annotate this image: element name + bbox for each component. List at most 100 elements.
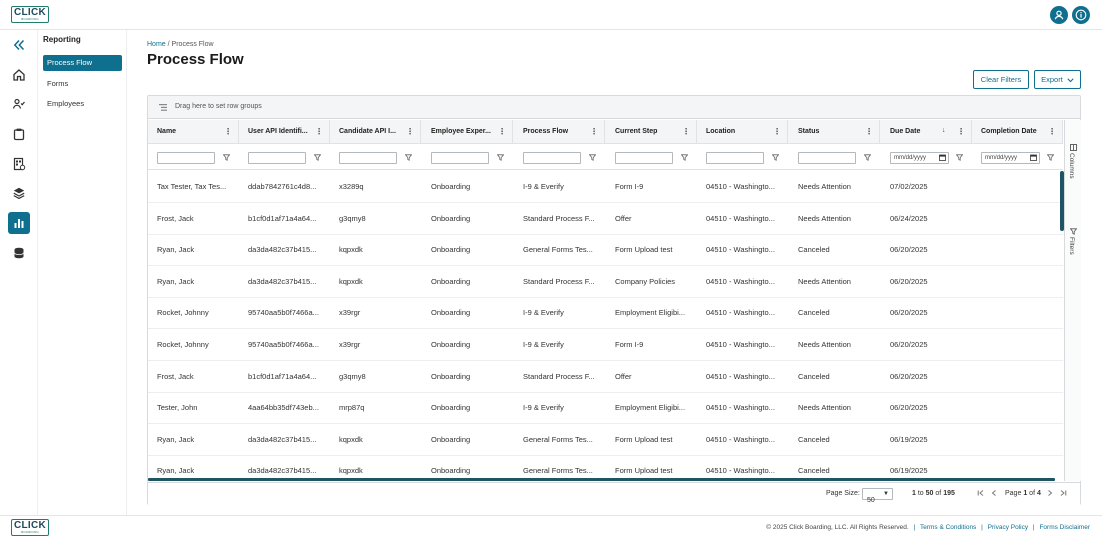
- range-of-word: of: [935, 490, 942, 497]
- filter-funnel-icon[interactable]: [223, 154, 230, 161]
- clipboard-icon[interactable]: [8, 123, 30, 145]
- table-row[interactable]: Tester, John 4aa64bb35df743eb... mrp87q Onb…: [148, 392, 1063, 425]
- horizontal-scrollbar[interactable]: [148, 478, 1055, 481]
- filter-funnel-icon[interactable]: [864, 154, 871, 161]
- grid-body[interactable]: Tax Tester, Tax Tes... ddab7842761c4d8...…: [148, 171, 1063, 479]
- table-cell: I-9 & Everify: [523, 308, 564, 318]
- filter-funnel-icon[interactable]: [681, 154, 688, 161]
- filter-input[interactable]: [798, 152, 856, 164]
- sidebar-item-employees[interactable]: Employees: [43, 96, 122, 112]
- date-filter-input[interactable]: mm/dd/yyyy: [981, 152, 1040, 164]
- filter-funnel-icon[interactable]: [497, 154, 504, 161]
- user-circle-icon[interactable]: [1050, 6, 1068, 24]
- table-cell: Employment Eligibi...: [615, 308, 686, 318]
- table-cell: Form Upload test: [615, 245, 673, 255]
- layers-icon[interactable]: [8, 182, 30, 204]
- tab-columns[interactable]: Columns: [1068, 153, 1075, 179]
- database-icon[interactable]: [8, 242, 30, 264]
- next-page-icon[interactable]: [1046, 489, 1054, 499]
- table-row[interactable]: Frost, Jack b1cf0d1af71a4a64... g3qmy8 Onbo…: [148, 361, 1063, 393]
- table-row[interactable]: Tax Tester, Tax Tes... ddab7842761c4d8...…: [148, 171, 1063, 203]
- sidebar-item-process-flow[interactable]: Process Flow: [43, 55, 122, 71]
- table-cell: [981, 361, 1060, 392]
- sidebar-item-forms[interactable]: Forms: [43, 76, 122, 92]
- table-row[interactable]: Rocket, Johnny 95740aa5b0f7466a... x39rgr O…: [148, 297, 1063, 330]
- table-cell: 04510 - Washingto...: [706, 276, 775, 286]
- table-cell: Needs Attention: [798, 182, 851, 191]
- column-menu-icon[interactable]: ⋮: [315, 127, 323, 136]
- column-menu-icon[interactable]: ⋮: [865, 127, 873, 136]
- table-row[interactable]: Frost, Jack b1cf0d1af71a4a64... g3qmy8 Onbo…: [148, 203, 1063, 235]
- calendar-icon[interactable]: [1030, 154, 1037, 161]
- filter-funnel-icon[interactable]: [956, 154, 963, 161]
- table-cell: b1cf0d1af71a4a64...: [248, 213, 317, 223]
- top-bar: CLICK BOARDING: [0, 0, 1102, 30]
- table-row[interactable]: Ryan, Jack da3da482c37b415... kqpxdk Onboar…: [148, 455, 1063, 479]
- table-cell: Employment Eligibi...: [615, 403, 686, 413]
- home-icon[interactable]: [8, 64, 30, 86]
- document-grid-icon[interactable]: [8, 153, 30, 175]
- filter-input[interactable]: [431, 152, 489, 164]
- last-page-icon[interactable]: [1059, 489, 1067, 499]
- calendar-icon[interactable]: [939, 154, 946, 161]
- privacy-link[interactable]: Privacy Policy: [988, 524, 1028, 531]
- filter-input[interactable]: [615, 152, 673, 164]
- first-page-icon[interactable]: [977, 489, 985, 499]
- breadcrumb-home[interactable]: Home: [147, 41, 166, 48]
- clear-filters-button[interactable]: Clear Filters: [973, 70, 1029, 89]
- column-header[interactable]: Process Flow ⋮: [514, 120, 605, 144]
- column-menu-icon[interactable]: ⋮: [498, 127, 506, 136]
- column-menu-icon[interactable]: ⋮: [1048, 127, 1056, 136]
- bar-chart-icon[interactable]: [8, 212, 30, 234]
- collapse-icon[interactable]: [8, 34, 30, 56]
- column-header[interactable]: Status ⋮: [789, 120, 880, 144]
- filter-funnel-icon[interactable]: [589, 154, 596, 161]
- column-header[interactable]: User API Identifi... ⋮: [239, 120, 330, 144]
- info-icon[interactable]: [1072, 6, 1090, 24]
- filter-funnel-icon[interactable]: [405, 154, 412, 161]
- tab-filters[interactable]: Filters: [1068, 237, 1075, 255]
- column-header[interactable]: Current Step ⋮: [606, 120, 697, 144]
- column-menu-icon[interactable]: ⋮: [773, 127, 781, 136]
- forms-disclaimer-link[interactable]: Forms Disclaimer: [1039, 524, 1090, 531]
- table-cell: Ryan, Jack: [157, 466, 195, 476]
- table-cell: 06/19/2025: [890, 466, 928, 476]
- filter-input[interactable]: [706, 152, 764, 164]
- export-button[interactable]: Export: [1034, 70, 1081, 89]
- table-row[interactable]: Ryan, Jack da3da482c37b415... kqpxdk Onboar…: [148, 424, 1063, 456]
- column-header[interactable]: Candidate API I... ⋮: [330, 120, 421, 144]
- column-header-label: Candidate API I...: [339, 128, 396, 135]
- filter-funnel-icon[interactable]: [1047, 154, 1054, 161]
- filter-input[interactable]: [339, 152, 397, 164]
- column-header[interactable]: Name ⋮: [148, 120, 239, 144]
- filter-input[interactable]: [157, 152, 215, 164]
- terms-link[interactable]: Terms & Conditions: [920, 524, 976, 531]
- column-header[interactable]: Completion Date ⋮: [972, 120, 1063, 144]
- page-size-select[interactable]: 50 ▼: [862, 488, 893, 504]
- filter-funnel-icon[interactable]: [314, 154, 321, 161]
- column-menu-icon[interactable]: ⋮: [224, 127, 232, 136]
- column-menu-icon[interactable]: ⋮: [682, 127, 690, 136]
- column-header[interactable]: Location ⋮: [697, 120, 788, 144]
- column-menu-icon[interactable]: ⋮: [406, 127, 414, 136]
- table-row[interactable]: Ryan, Jack da3da482c37b415... kqpxdk Onboar…: [148, 234, 1063, 267]
- footer: CLICK BOARDING © 2025 Click Boarding, LL…: [0, 515, 1102, 540]
- table-cell: 95740aa5b0f7466a...: [248, 340, 319, 349]
- filter-input[interactable]: [248, 152, 306, 164]
- column-header[interactable]: Employee Exper... ⋮: [422, 120, 513, 144]
- table-row[interactable]: Ryan, Jack da3da482c37b415... kqpxdk Onboar…: [148, 266, 1063, 298]
- table-cell: Onboarding: [431, 276, 471, 286]
- row-group-drop-zone[interactable]: Drag here to set row groups: [148, 96, 1080, 119]
- column-menu-icon[interactable]: ⋮: [590, 127, 598, 136]
- table-cell: Canceled: [798, 434, 830, 444]
- people-icon[interactable]: [8, 93, 30, 115]
- click-boarding-logo[interactable]: CLICK BOARDING: [11, 6, 49, 23]
- column-header[interactable]: Due Date ↓ ⋮: [881, 120, 972, 144]
- table-row[interactable]: Rocket, Johnny 95740aa5b0f7466a... x39rgr O…: [148, 329, 1063, 361]
- table-cell: [981, 266, 1060, 297]
- prev-page-icon[interactable]: [990, 489, 998, 499]
- column-menu-icon[interactable]: ⋮: [957, 127, 965, 136]
- date-filter-input[interactable]: mm/dd/yyyy: [890, 152, 949, 164]
- filter-input[interactable]: [523, 152, 581, 164]
- filter-funnel-icon[interactable]: [772, 154, 779, 161]
